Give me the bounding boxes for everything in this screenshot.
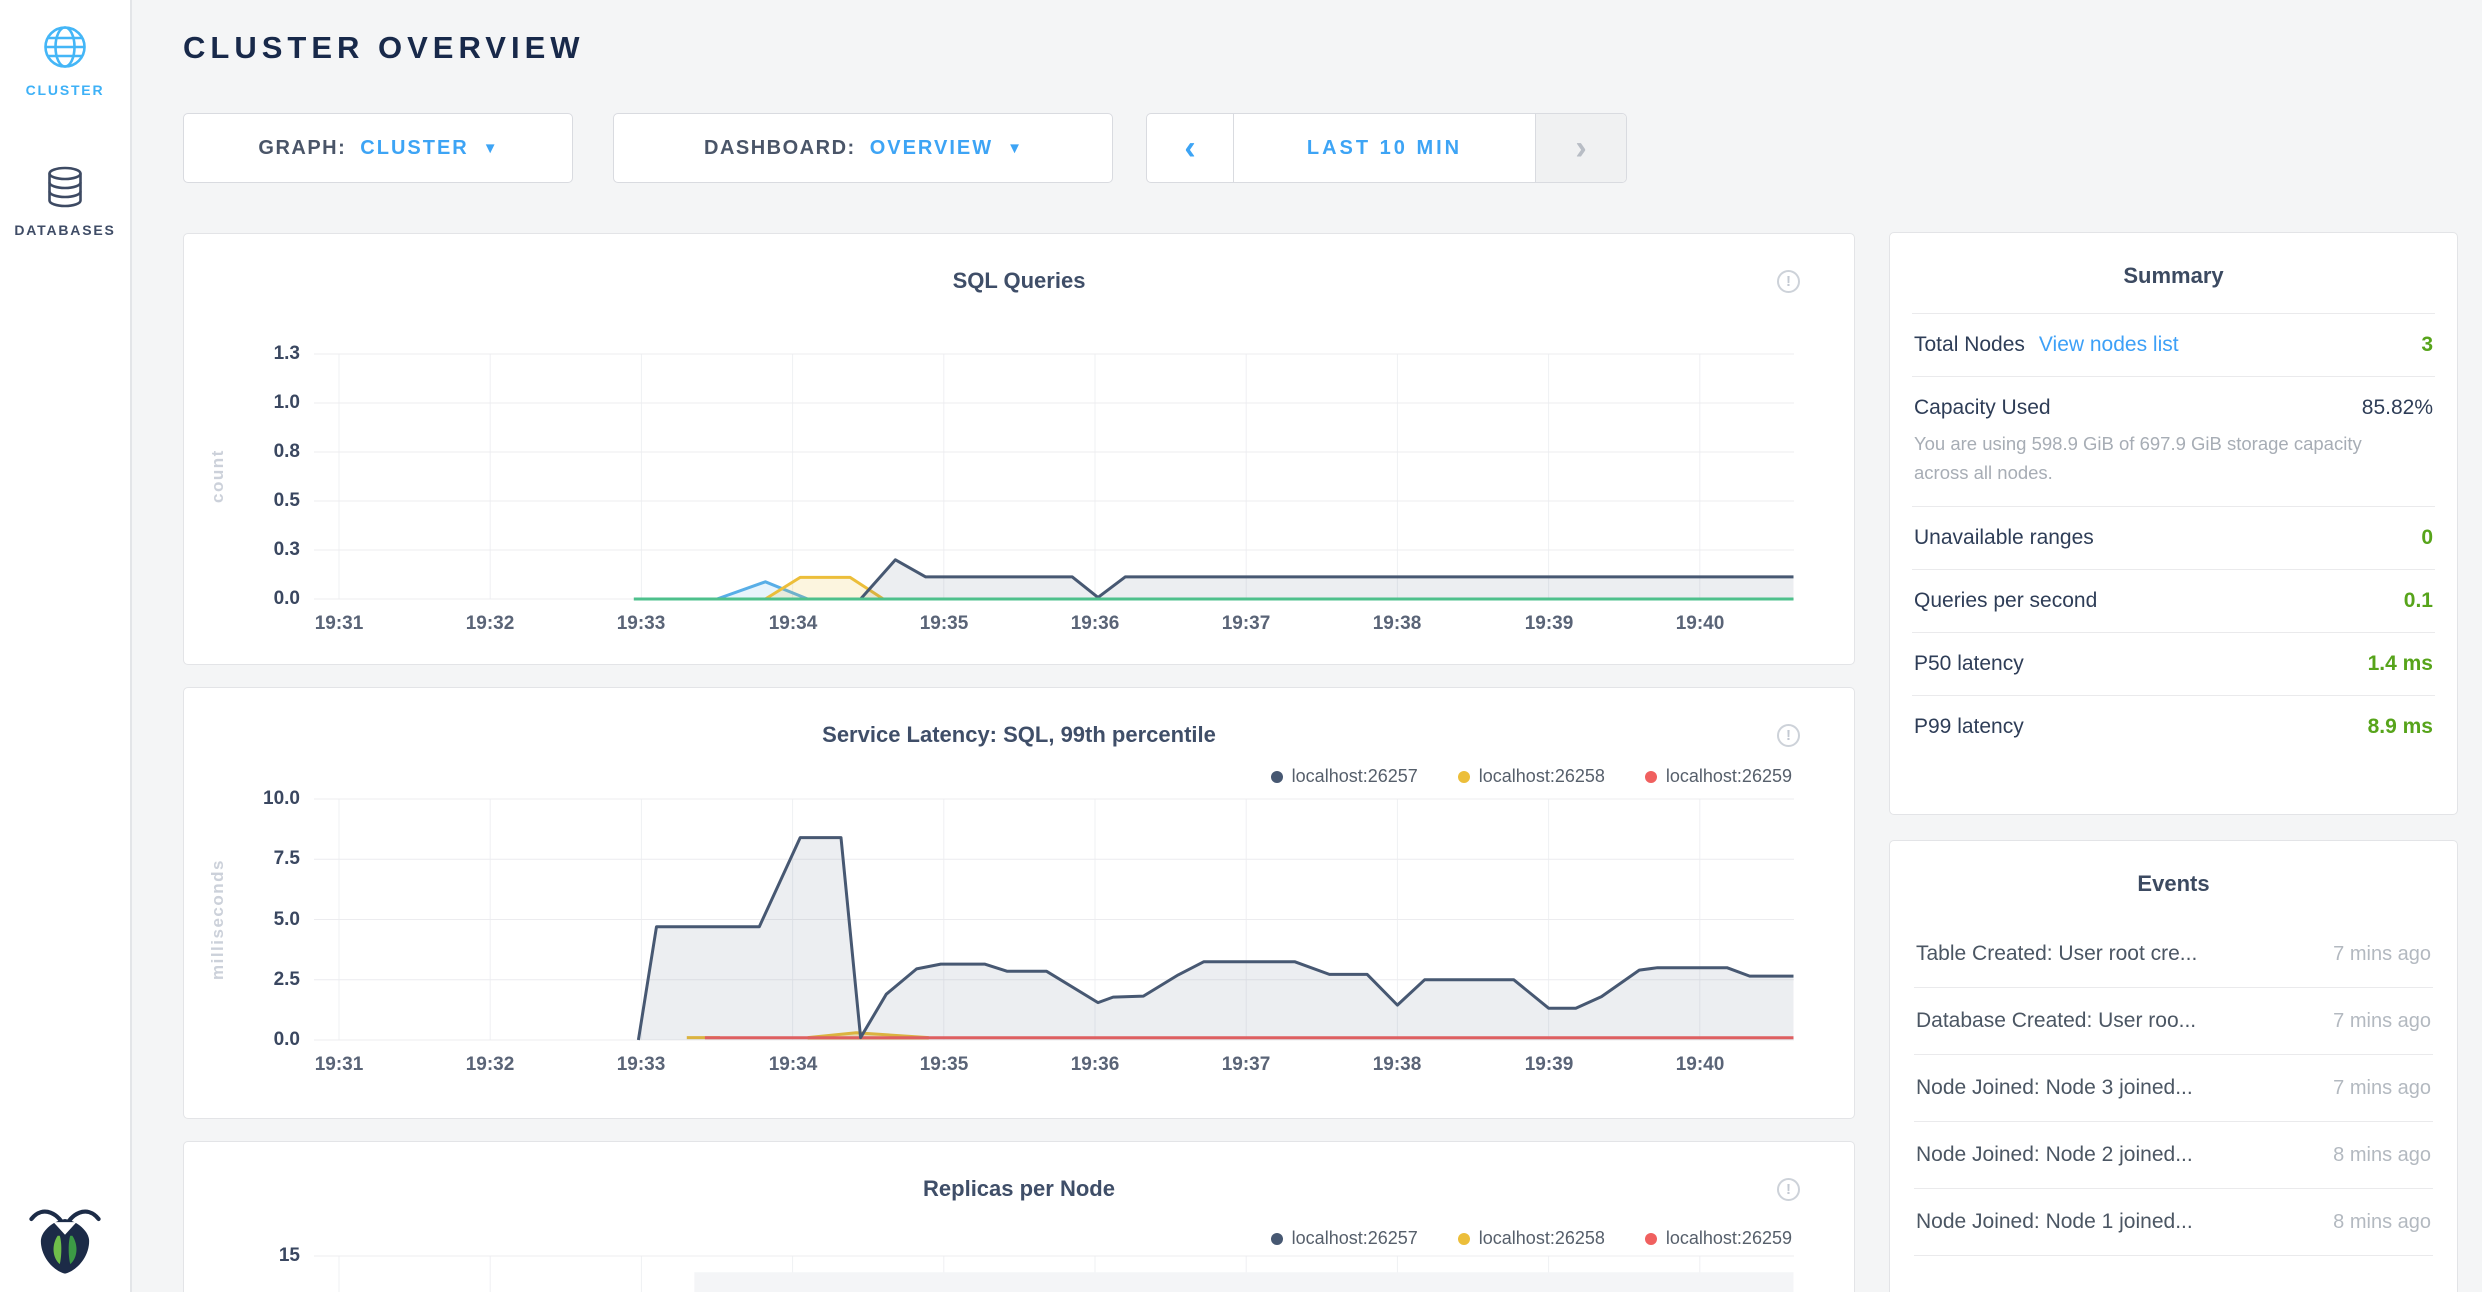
summary-row-value: 0.1 — [2404, 589, 2433, 613]
summary-row-label: Capacity Used — [1914, 396, 2051, 419]
info-icon[interactable] — [1777, 724, 1800, 747]
service-latency-plot[interactable] — [314, 799, 1794, 1040]
event-row: Database Created: User roo... 7 mins ago — [1914, 988, 2433, 1055]
event-time: 7 mins ago — [2333, 943, 2431, 966]
y-axis-unit-label: count — [208, 354, 228, 599]
event-time: 8 mins ago — [2333, 1211, 2431, 1234]
legend-item[interactable]: localhost:26258 — [1458, 766, 1605, 787]
legend-item[interactable]: localhost:26259 — [1645, 1228, 1792, 1249]
chevron-down-icon — [483, 141, 498, 156]
dashboard-select-value: OVERVIEW — [870, 137, 993, 160]
summary-row-label: Total Nodes — [1914, 333, 2025, 357]
replicas-per-node-plot[interactable] — [314, 1256, 1794, 1292]
event-text: Node Joined: Node 1 joined... — [1916, 1210, 2193, 1234]
chevron-down-icon — [1007, 141, 1022, 156]
event-text: Table Created: User root cre... — [1916, 942, 2197, 966]
event-time: 7 mins ago — [2333, 1010, 2431, 1033]
summary-title: Summary — [1912, 233, 2435, 313]
chart-title: Replicas per Node — [184, 1176, 1854, 1202]
info-icon[interactable] — [1777, 270, 1800, 293]
legend-item[interactable]: localhost:26259 — [1645, 766, 1792, 787]
sidebar: CLUSTER DATABASES — [0, 0, 132, 1292]
summary-row-value: 1.4 ms — [2368, 652, 2433, 676]
summary-row-total-nodes: Total Nodes View nodes list 3 — [1912, 313, 2435, 376]
time-prev-button[interactable] — [1147, 114, 1234, 182]
time-range-selector: LAST 10 MIN — [1146, 113, 1627, 183]
legend-dot-icon — [1645, 771, 1657, 783]
legend-dot-icon — [1271, 771, 1283, 783]
service-latency-chart-card: Service Latency: SQL, 99th percentile lo… — [183, 687, 1855, 1119]
chart-legend: localhost:26257 localhost:26258 localhos… — [1271, 1228, 1792, 1249]
legend-item[interactable]: localhost:26257 — [1271, 1228, 1418, 1249]
page-title: CLUSTER OVERVIEW — [183, 30, 585, 66]
summary-row-value: 0 — [2421, 526, 2433, 550]
summary-row-label: P50 latency — [1914, 652, 2024, 676]
dashboard-select-label: DASHBOARD: — [704, 137, 856, 160]
events-title: Events — [1914, 841, 2433, 921]
legend-dot-icon — [1458, 1233, 1470, 1245]
replicas-per-node-chart-card: Replicas per Node localhost:26257 localh… — [183, 1141, 1855, 1292]
summary-row-value: 8.9 ms — [2368, 715, 2433, 739]
event-text: Database Created: User roo... — [1916, 1009, 2196, 1033]
chart-title: SQL Queries — [184, 268, 1854, 294]
legend-item[interactable]: localhost:26257 — [1271, 766, 1418, 787]
event-row: Node Joined: Node 1 joined... 8 mins ago — [1914, 1189, 2433, 1256]
sidebar-item-label: CLUSTER — [26, 82, 105, 98]
dashboard-select[interactable]: DASHBOARD: OVERVIEW — [613, 113, 1113, 183]
time-next-button[interactable] — [1535, 114, 1626, 182]
event-row: Node Joined: Node 3 joined... 7 mins ago — [1914, 1055, 2433, 1122]
summary-panel: Summary Total Nodes View nodes list 3 Ca… — [1889, 232, 2458, 815]
event-row: Table Created: User root cre... 7 mins a… — [1914, 921, 2433, 988]
event-text: Node Joined: Node 3 joined... — [1916, 1076, 2193, 1100]
info-icon[interactable] — [1777, 1178, 1800, 1201]
event-time: 7 mins ago — [2333, 1077, 2431, 1100]
capacity-subtext: You are using 598.9 GiB of 697.9 GiB sto… — [1914, 429, 2374, 487]
sidebar-item-databases[interactable]: DATABASES — [0, 164, 130, 238]
event-text: Node Joined: Node 2 joined... — [1916, 1143, 2193, 1167]
summary-row-queries-per-second: Queries per second 0.1 — [1912, 569, 2435, 632]
summary-row-unavailable-ranges: Unavailable ranges 0 — [1912, 506, 2435, 569]
summary-row-value: 85.82% — [2362, 396, 2433, 420]
legend-dot-icon — [1458, 771, 1470, 783]
summary-row-p99-latency: P99 latency 8.9 ms — [1912, 695, 2435, 758]
chevron-right-icon — [1575, 131, 1586, 165]
summary-row-p50-latency: P50 latency 1.4 ms — [1912, 632, 2435, 695]
summary-row-label: Unavailable ranges — [1914, 526, 2094, 550]
globe-icon — [42, 24, 88, 70]
event-time: 8 mins ago — [2333, 1144, 2431, 1167]
sidebar-item-label: DATABASES — [14, 222, 115, 238]
graph-select-label: GRAPH: — [258, 137, 346, 160]
summary-row-capacity-used: Capacity Used 85.82% You are using 598.9… — [1912, 376, 2435, 506]
sidebar-item-cluster[interactable]: CLUSTER — [0, 24, 130, 98]
chart-title: Service Latency: SQL, 99th percentile — [184, 722, 1854, 748]
database-icon — [42, 164, 88, 210]
cockroachdb-logo — [26, 1198, 104, 1282]
legend-dot-icon — [1645, 1233, 1657, 1245]
chevron-left-icon — [1184, 131, 1195, 165]
time-range-button[interactable]: LAST 10 MIN — [1234, 114, 1535, 182]
legend-dot-icon — [1271, 1233, 1283, 1245]
event-row: Node Joined: Node 2 joined... 8 mins ago — [1914, 1122, 2433, 1189]
summary-row-value: 3 — [2421, 333, 2433, 357]
chart-legend: localhost:26257 localhost:26258 localhos… — [1271, 766, 1792, 787]
sql-queries-plot[interactable] — [314, 354, 1794, 599]
graph-select-value: CLUSTER — [360, 137, 468, 160]
summary-row-label: Queries per second — [1914, 589, 2097, 613]
sql-queries-chart-card: SQL Queries count 0.00.30.50.81.01.3 19:… — [183, 233, 1855, 665]
legend-item[interactable]: localhost:26258 — [1458, 1228, 1605, 1249]
cockroach-bug-icon — [26, 1198, 104, 1282]
graph-select[interactable]: GRAPH: CLUSTER — [183, 113, 573, 183]
view-nodes-list-link[interactable]: View nodes list — [2039, 333, 2179, 357]
summary-row-label: P99 latency — [1914, 715, 2024, 739]
events-panel: Events Table Created: User root cre... 7… — [1889, 840, 2458, 1292]
